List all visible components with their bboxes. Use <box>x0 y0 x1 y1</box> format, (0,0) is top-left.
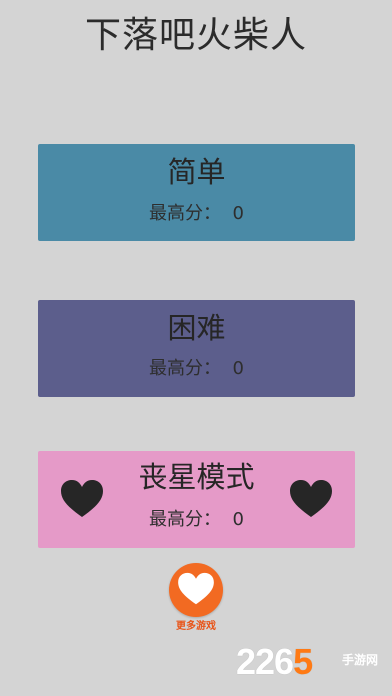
watermark-site-name: 手游网 <box>342 653 379 667</box>
mode-easy-label: 简单 <box>167 155 226 189</box>
mode-easy-button[interactable]: 简单 最高分： 0 <box>38 144 355 241</box>
high-score-label: 最高分： <box>149 203 222 224</box>
more-games-badge <box>169 563 223 617</box>
mode-easy-high-score: 最高分： 0 <box>38 202 355 226</box>
mode-hard-button[interactable]: 困难 最高分： 0 <box>38 300 355 397</box>
mode-hard-label: 困难 <box>167 311 226 345</box>
game-title: 下落吧火柴人 <box>84 15 307 56</box>
mode-crazy-button[interactable]: 丧星模式 最高分： 0 <box>38 451 355 548</box>
heart-icon <box>290 480 332 517</box>
mode-hard-high-score: 最高分： 0 <box>38 357 355 381</box>
more-games-button[interactable]: 更多游戏 <box>167 563 225 635</box>
high-score-value: 0 <box>232 509 244 530</box>
high-score-label: 最高分： <box>149 509 222 530</box>
watermark-logo: 2265 手游网 <box>236 641 386 683</box>
heart-icon <box>178 572 214 605</box>
more-games-label: 更多游戏 <box>176 621 216 632</box>
high-score-value: 0 <box>232 203 244 224</box>
watermark-number: 2265 <box>236 641 313 682</box>
high-score-value: 0 <box>232 358 244 379</box>
high-score-label: 最高分： <box>149 358 222 379</box>
